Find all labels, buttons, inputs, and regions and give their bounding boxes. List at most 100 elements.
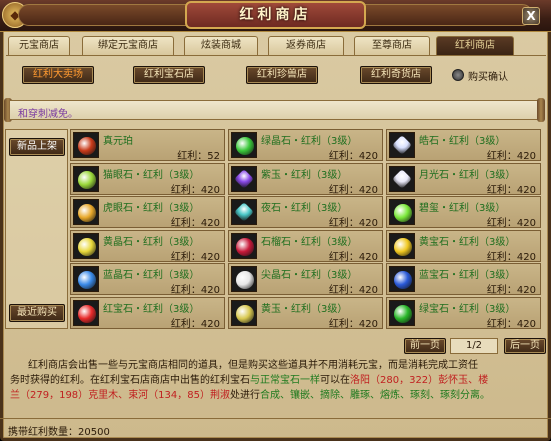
gem-shape <box>394 304 412 323</box>
item-price: 红利：420 <box>486 318 536 330</box>
category-bonus-rare-shop[interactable]: 红利奇货店 <box>360 66 432 84</box>
shop-tabs: 元宝商店 绑定元宝商店 炫装商城 返券商店 至尊商店 红利商店 <box>6 36 546 55</box>
purchase-confirm-label: 购买确认 <box>468 71 508 83</box>
item-name: 蓝宝石・红利（3级） <box>419 270 516 281</box>
item-price: 红利：420 <box>486 218 536 229</box>
item-cell[interactable]: 黄晶石・红利（3级） 红利：420 <box>70 229 225 263</box>
desc-location-luoyang[interactable]: 洛阳（280，322） <box>350 375 438 386</box>
desc-actions: 合成、镶嵌、摘除、雕琢、熔炼、琢刻、琢刻分离。 <box>260 390 490 401</box>
item-cell[interactable]: 黄宝石・红利（3级） 红利：420 <box>386 229 541 263</box>
item-price: 红利：420 <box>486 251 536 263</box>
item-cell[interactable]: 月光石・红利（3级） 红利：420 <box>386 162 541 196</box>
gem-icon[interactable] <box>389 199 415 225</box>
item-cell[interactable]: 虎眼石・红利（3级） 红利：420 <box>70 196 225 229</box>
gem-shape <box>78 271 96 289</box>
item-price: 红利：420 <box>328 184 378 196</box>
item-name: 黄宝石・红利（3级） <box>419 236 516 248</box>
sidebar: 新品上架 最近购买 <box>5 129 68 329</box>
item-price: 红利：420 <box>170 218 220 229</box>
scroll-right-end <box>537 98 545 122</box>
gem-icon[interactable] <box>231 132 257 158</box>
item-cell[interactable]: 绿宝石・红利（3级） 红利：420 <box>386 296 541 330</box>
gem-icon[interactable] <box>389 232 415 259</box>
item-name: 红宝石・红利（3级） <box>103 303 200 315</box>
gem-shape <box>392 135 412 155</box>
next-page-button[interactable]: 后一页 <box>504 338 546 354</box>
category-bonus-pet-shop[interactable]: 红利珍兽店 <box>246 66 318 84</box>
item-cell[interactable]: 绿晶石・红利（3级） 红利：420 <box>228 129 383 162</box>
gem-icon[interactable] <box>231 165 257 192</box>
gem-icon[interactable] <box>73 165 99 192</box>
gem-icon[interactable] <box>73 199 99 225</box>
item-name: 黄玉・红利（3级） <box>261 303 348 315</box>
tab-supreme-shop[interactable]: 至尊商店 <box>354 36 430 55</box>
item-price: 红利：420 <box>328 285 378 296</box>
desc-location-loulan-2[interactable]: 兰（279，198） <box>10 390 88 401</box>
item-cell[interactable]: 碧玺・红利（3级） 红利：420 <box>386 196 541 229</box>
gem-icon[interactable] <box>231 232 257 259</box>
gem-icon[interactable] <box>231 266 257 292</box>
item-price: 红利：420 <box>170 251 220 263</box>
tab-bound-yuanbao-shop[interactable]: 绑定元宝商店 <box>82 36 174 55</box>
item-cell[interactable]: 紫玉・红利（3级） 红利：420 <box>228 162 383 196</box>
gem-icon[interactable] <box>231 299 257 326</box>
page-indicator: 1/2 <box>450 338 498 354</box>
gem-icon[interactable] <box>73 132 99 158</box>
gem-icon[interactable] <box>389 132 415 158</box>
item-cell[interactable]: 蓝晶石・红利（3级） 红利：420 <box>70 263 225 296</box>
item-name: 石榴石・红利（3级） <box>261 236 358 248</box>
gem-shape <box>394 237 412 256</box>
item-cell[interactable]: 蓝宝石・红利（3级） 红利：420 <box>386 263 541 296</box>
desc-npc-jingshu[interactable]: 荆淑 <box>210 390 230 401</box>
title-ornament-right <box>363 4 533 26</box>
category-bonus-gem-shop[interactable]: 红利宝石店 <box>133 66 205 84</box>
gem-icon[interactable] <box>231 199 257 225</box>
item-cell[interactable]: 真元珀 红利：52 <box>70 129 225 162</box>
purchase-confirm-toggle[interactable]: 购买确认 <box>452 68 532 83</box>
desc-npc-kelimu[interactable]: 克里木、 <box>88 390 128 401</box>
item-cell[interactable]: 猫眼石・红利（3级） 红利：420 <box>70 162 225 196</box>
radio-icon[interactable] <box>452 69 464 81</box>
item-cell[interactable]: 石榴石・红利（3级） 红利：420 <box>228 229 383 263</box>
gem-shape <box>78 204 96 222</box>
close-button[interactable]: X <box>522 7 540 25</box>
title-ornament-left <box>18 4 188 26</box>
new-arrivals-button[interactable]: 新品上架 <box>9 138 65 156</box>
gem-shape <box>234 202 254 222</box>
item-grid: 真元珀 红利：52 绿晶石・红利（3级） 红利：420 皓石・红利（3级） 红利：420 猫… <box>70 129 543 330</box>
item-price: 红利：420 <box>486 151 536 162</box>
gem-icon[interactable] <box>73 232 99 259</box>
item-price: 红利：420 <box>170 318 220 330</box>
item-name: 夜石・红利（3级） <box>261 203 348 214</box>
desc-location-loulan-1[interactable]: 楼 <box>478 375 488 386</box>
item-cell[interactable]: 黄玉・红利（3级） 红利：420 <box>228 296 383 330</box>
gem-icon[interactable] <box>389 299 415 326</box>
item-price: 红利：420 <box>170 285 220 296</box>
tab-coupon-shop[interactable]: 返券商店 <box>268 36 344 55</box>
tab-divider <box>6 55 546 56</box>
category-bonus-market[interactable]: 红利大卖场 <box>22 66 94 84</box>
desc-npc-peng[interactable]: 彭怀玉、 <box>438 375 478 386</box>
tab-bonus-shop[interactable]: 红利商店 <box>436 36 514 55</box>
gem-shape <box>236 237 254 256</box>
prev-page-button[interactable]: 前一页 <box>404 338 446 354</box>
gem-icon[interactable] <box>73 299 99 326</box>
item-name: 猫眼石・红利（3级） <box>103 169 200 181</box>
gem-icon[interactable] <box>389 165 415 192</box>
recent-purchases-button[interactable]: 最近购买 <box>9 304 65 322</box>
desc-line-2c: 可以在 <box>320 375 350 386</box>
item-name: 皓石・红利（3级） <box>419 136 506 147</box>
gem-icon[interactable] <box>73 266 99 292</box>
item-cell[interactable]: 夜石・红利（3级） 红利：420 <box>228 196 383 229</box>
item-cell[interactable]: 尖晶石・红利（3级） 红利：420 <box>228 263 383 296</box>
gem-icon[interactable] <box>389 266 415 292</box>
tab-yuanbao-shop[interactable]: 元宝商店 <box>8 36 70 55</box>
item-cell[interactable]: 皓石・红利（3级） 红利：420 <box>386 129 541 162</box>
item-price: 红利：420 <box>328 218 378 229</box>
tab-fashion-mall[interactable]: 炫装商城 <box>184 36 258 55</box>
item-cell[interactable]: 红宝石・红利（3级） 红利：420 <box>70 296 225 330</box>
desc-location-shuhe[interactable]: 束河（134，85） <box>128 390 210 401</box>
gem-shape <box>78 304 96 323</box>
notice-body: 和穿刺减免。 <box>10 100 538 120</box>
item-price: 红利：420 <box>328 251 378 263</box>
